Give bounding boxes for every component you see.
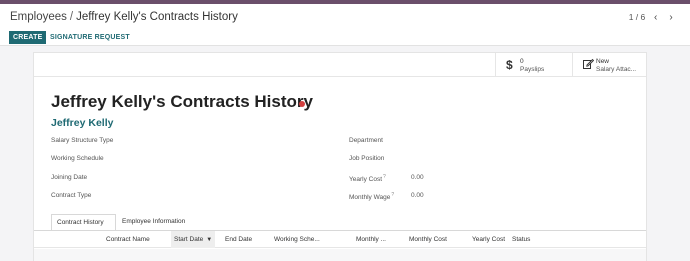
joining-date-label: Joining Date bbox=[51, 174, 88, 181]
contracts-table-header: Contract Name Start Date ▼ End Date Worki… bbox=[34, 231, 646, 248]
smart-button-bar: $ 0 Payslips New Salary Attac... bbox=[34, 53, 646, 77]
signature-request-button[interactable]: SIGNATURE REQUEST bbox=[50, 31, 130, 44]
page-title: Jeffrey Kelly's Contracts History bbox=[51, 92, 313, 111]
sort-descending-icon: ▼ bbox=[206, 237, 213, 243]
job-position-label: Job Position bbox=[349, 155, 385, 162]
record-pager: 1 / 6 ‹ › bbox=[629, 12, 676, 23]
monthly-wage-label: Monthly Wage? bbox=[349, 192, 394, 201]
table-body-area bbox=[34, 249, 646, 261]
payslips-label: Payslips bbox=[520, 66, 545, 73]
column-start-date-label: Start Date bbox=[174, 236, 204, 243]
contract-type-label: Contract Type bbox=[51, 192, 92, 199]
breadcrumb: Employees / Jeffrey Kelly's Contracts Hist… bbox=[10, 11, 238, 23]
breadcrumb-employees-link[interactable]: Employees bbox=[10, 11, 67, 23]
column-start-date[interactable]: Start Date ▼ bbox=[171, 231, 216, 248]
page-header: Employees / Jeffrey Kelly's Contracts Hist… bbox=[0, 4, 690, 30]
yearly-cost-label: Yearly Cost? bbox=[349, 174, 386, 183]
yearly-cost-help-icon[interactable]: ? bbox=[383, 174, 386, 180]
column-contract-name[interactable]: Contract Name bbox=[106, 236, 150, 243]
breadcrumb-current: Jeffrey Kelly's Contracts History bbox=[76, 11, 238, 23]
create-button[interactable]: CREATE bbox=[9, 31, 47, 44]
form-sheet: $ 0 Payslips New Salary Attac... Jeffrey… bbox=[33, 52, 647, 261]
tab-contract-history[interactable]: Contract History bbox=[51, 214, 116, 231]
column-status[interactable]: Status bbox=[512, 236, 530, 243]
tab-employee-information[interactable]: Employee Information bbox=[117, 214, 199, 231]
chevron-right-icon[interactable]: › bbox=[666, 12, 676, 23]
edit-document-icon bbox=[583, 58, 594, 69]
monthly-wage-value[interactable]: 0.00 bbox=[411, 192, 424, 199]
salary-attachment-value: New bbox=[596, 58, 610, 65]
working-schedule-label: Working Schedule bbox=[51, 155, 104, 162]
monthly-wage-label-text: Monthly Wage bbox=[349, 194, 391, 202]
control-bar: CREATE SIGNATURE REQUEST bbox=[0, 30, 690, 46]
column-monthly-cost[interactable]: Monthly Cost bbox=[409, 236, 447, 243]
salary-attachment-stat-button[interactable]: New Salary Attac... bbox=[572, 53, 648, 77]
column-working-schedule[interactable]: Working Sche... bbox=[274, 236, 320, 243]
salary-structure-type-label: Salary Structure Type bbox=[51, 137, 114, 144]
yearly-cost-label-text: Yearly Cost bbox=[349, 176, 382, 184]
monthly-wage-help-icon[interactable]: ? bbox=[391, 192, 394, 198]
yearly-cost-value[interactable]: 0.00 bbox=[411, 174, 424, 181]
department-label: Department bbox=[349, 137, 383, 144]
payslips-stat-button[interactable]: $ 0 Payslips bbox=[495, 53, 572, 77]
status-indicator[interactable] bbox=[299, 101, 305, 107]
column-monthly-wage[interactable]: Monthly ... bbox=[356, 236, 386, 243]
payslips-count: 0 bbox=[520, 58, 524, 65]
dollar-icon: $ bbox=[506, 58, 513, 72]
pager-value[interactable]: 1 / 6 bbox=[629, 12, 646, 22]
employee-name-link[interactable]: Jeffrey Kelly bbox=[51, 117, 113, 129]
column-yearly-cost[interactable]: Yearly Cost bbox=[472, 236, 505, 243]
breadcrumb-separator: / bbox=[69, 11, 74, 23]
column-end-date[interactable]: End Date bbox=[225, 236, 252, 243]
salary-attachment-label: Salary Attac... bbox=[596, 66, 637, 73]
chevron-left-icon[interactable]: ‹ bbox=[651, 12, 661, 23]
